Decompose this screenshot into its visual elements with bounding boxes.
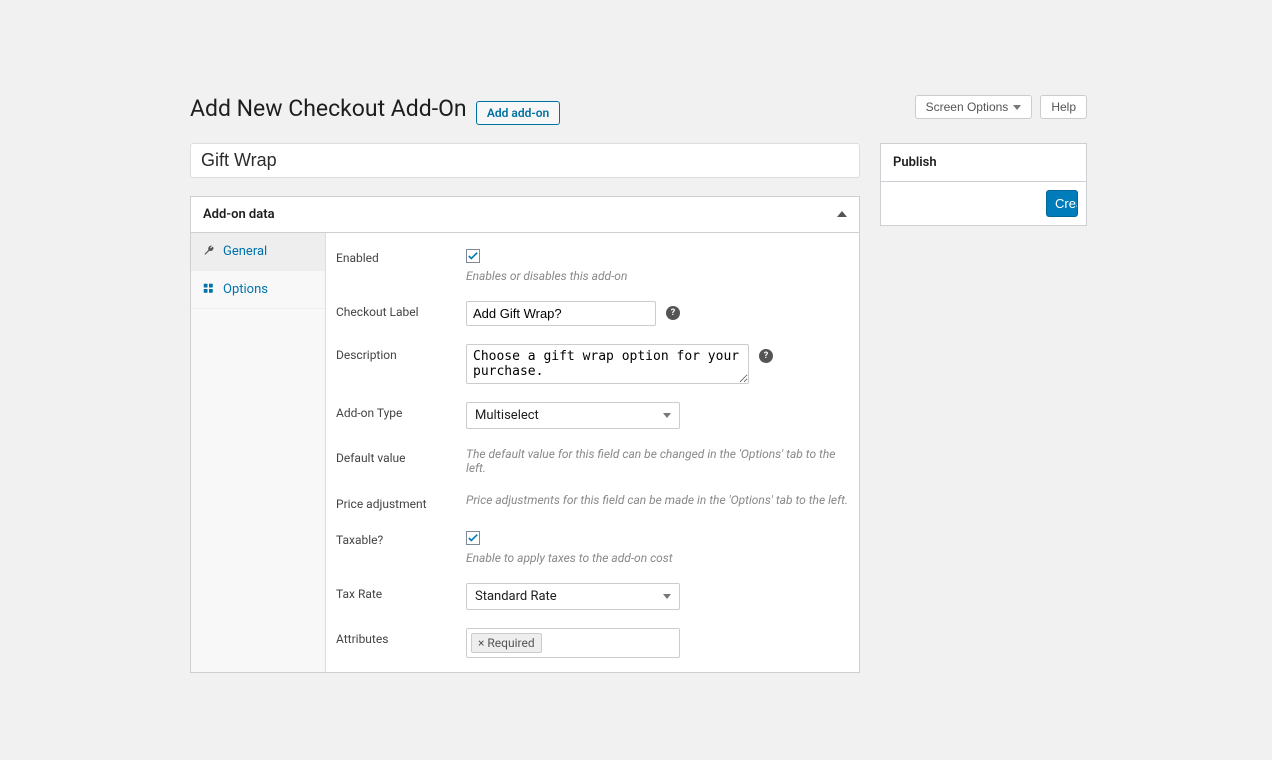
checkout-label-label: Checkout Label xyxy=(336,301,466,319)
default-value-hint: The default value for this field can be … xyxy=(466,447,849,475)
check-icon xyxy=(468,533,478,543)
help-icon[interactable]: ? xyxy=(666,306,680,320)
collapse-toggle-icon[interactable] xyxy=(837,211,847,217)
help-button[interactable]: Help xyxy=(1040,95,1087,119)
attribute-tag[interactable]: × Required xyxy=(471,633,542,653)
check-icon xyxy=(468,251,478,261)
add-addon-button[interactable]: Add add-on xyxy=(476,101,560,125)
create-button[interactable]: Create xyxy=(1046,190,1078,217)
help-label: Help xyxy=(1051,100,1076,114)
enabled-label: Enabled xyxy=(336,247,466,265)
price-adjustment-hint: Price adjustments for this field can be … xyxy=(466,493,848,507)
screen-options-button[interactable]: Screen Options xyxy=(915,95,1033,119)
addon-type-value: Multiselect xyxy=(475,408,539,423)
caret-down-icon xyxy=(663,413,671,418)
tab-general-label: General xyxy=(223,244,267,259)
tag-label: Required xyxy=(487,636,534,650)
grid-icon xyxy=(203,283,215,295)
attributes-input[interactable]: × Required xyxy=(466,628,680,658)
title-input[interactable] xyxy=(190,143,860,178)
panel-title: Add-on data xyxy=(203,207,275,222)
enabled-checkbox[interactable] xyxy=(466,249,480,263)
addon-type-select[interactable]: Multiselect xyxy=(466,402,680,429)
checkout-label-input[interactable] xyxy=(466,301,656,326)
publish-title: Publish xyxy=(881,144,1086,182)
remove-icon[interactable]: × xyxy=(478,636,484,650)
tab-options[interactable]: Options xyxy=(191,271,325,309)
addon-type-label: Add-on Type xyxy=(336,402,466,420)
tab-general[interactable]: General xyxy=(191,233,325,271)
caret-down-icon xyxy=(1013,105,1021,110)
description-textarea[interactable] xyxy=(466,344,749,384)
attributes-label: Attributes xyxy=(336,628,466,646)
help-icon[interactable]: ? xyxy=(759,349,773,363)
description-label: Description xyxy=(336,344,466,362)
taxable-label: Taxable? xyxy=(336,529,466,547)
wrench-icon xyxy=(203,245,215,257)
default-value-label: Default value xyxy=(336,447,466,465)
tax-rate-select[interactable]: Standard Rate xyxy=(466,583,680,610)
screen-options-label: Screen Options xyxy=(926,100,1009,114)
tab-options-label: Options xyxy=(223,282,268,297)
page-title: Add New Checkout Add-On xyxy=(190,95,467,122)
addon-data-panel: Add-on data General xyxy=(190,196,860,673)
enabled-hint: Enables or disables this add-on xyxy=(466,269,627,283)
price-adjustment-label: Price adjustment xyxy=(336,493,466,511)
tax-rate-value: Standard Rate xyxy=(475,589,557,604)
tax-rate-label: Tax Rate xyxy=(336,583,466,601)
publish-panel: Publish Create xyxy=(880,143,1087,226)
caret-down-icon xyxy=(663,594,671,599)
taxable-checkbox[interactable] xyxy=(466,531,480,545)
taxable-hint: Enable to apply taxes to the add-on cost xyxy=(466,551,673,565)
